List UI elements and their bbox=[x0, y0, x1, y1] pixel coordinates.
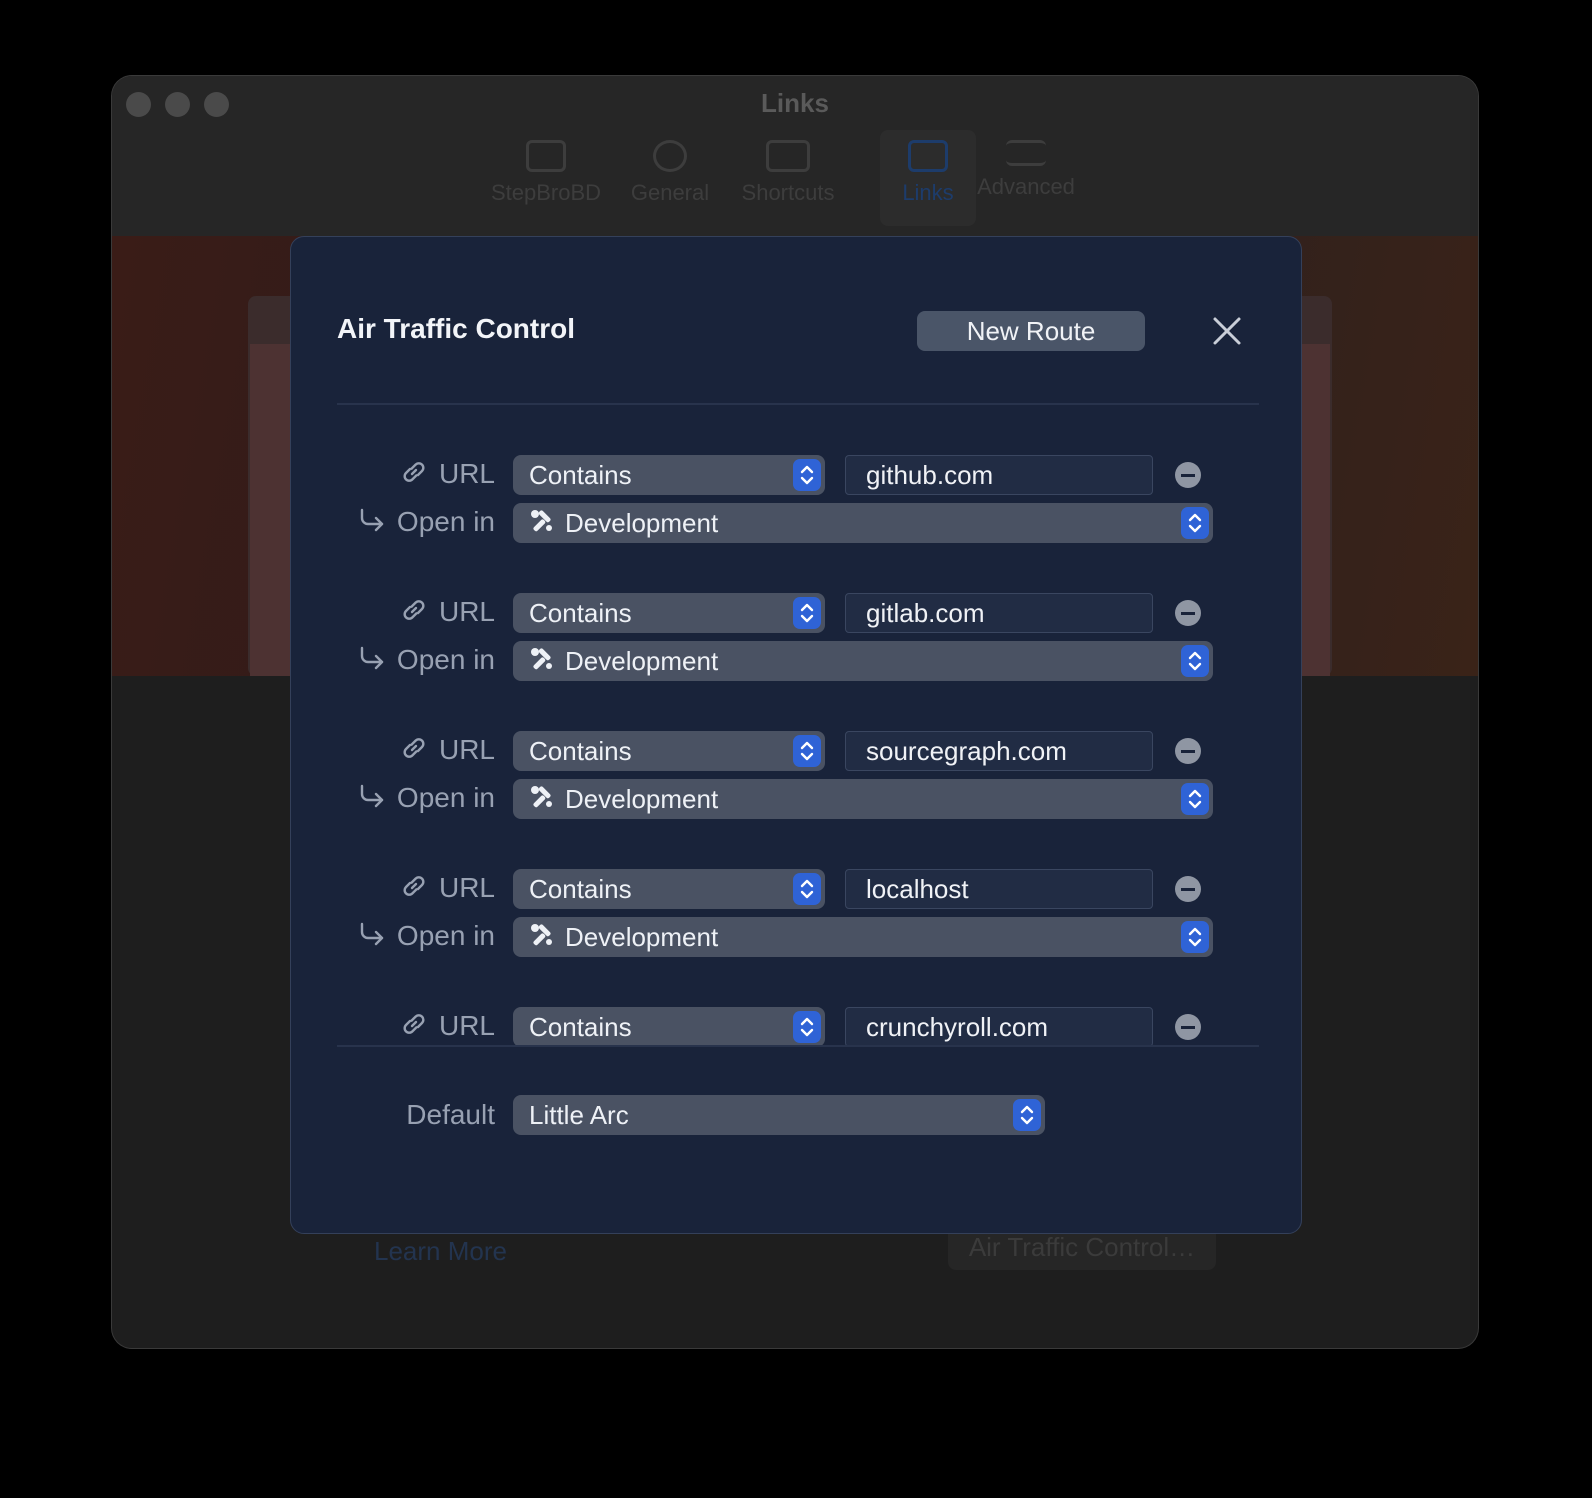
open-in-space-select[interactable]: Development bbox=[513, 641, 1213, 681]
window-title: Links bbox=[761, 88, 829, 118]
match-type-value: Contains bbox=[529, 598, 632, 628]
url-pattern-value: github.com bbox=[866, 460, 994, 490]
remove-route-button[interactable] bbox=[1175, 600, 1201, 626]
match-type-value: Contains bbox=[529, 736, 632, 766]
open-in-space-select[interactable]: Development bbox=[513, 503, 1213, 543]
learn-more-link[interactable]: Learn More bbox=[374, 1236, 507, 1267]
url-pattern-value: crunchyroll.com bbox=[866, 1012, 1049, 1042]
match-type-select[interactable]: Contains bbox=[513, 455, 825, 495]
redirect-arrow-icon bbox=[357, 505, 387, 542]
new-route-button[interactable]: New Route bbox=[917, 311, 1145, 351]
open-in-space-value: Development bbox=[565, 784, 719, 814]
stepper-icon bbox=[793, 873, 821, 905]
link-icon bbox=[399, 871, 429, 908]
match-type-value: Contains bbox=[529, 874, 632, 904]
match-type-select[interactable]: Contains bbox=[513, 869, 825, 909]
remove-route-button[interactable] bbox=[1175, 1014, 1201, 1040]
url-label: URL bbox=[351, 595, 495, 632]
gear-icon bbox=[653, 140, 687, 172]
default-browser-value: Little Arc bbox=[529, 1100, 629, 1130]
open-in-space-value: Development bbox=[565, 508, 719, 538]
keyboard-icon bbox=[526, 140, 566, 172]
open-in-label: Open in bbox=[351, 505, 495, 542]
tab-label: Shortcuts bbox=[741, 180, 835, 205]
sliders-icon bbox=[1006, 140, 1046, 166]
stepper-icon bbox=[793, 597, 821, 629]
open-in-space-select[interactable]: Development bbox=[513, 917, 1213, 957]
close-sheet-button[interactable] bbox=[1209, 313, 1245, 349]
close-icon bbox=[1213, 317, 1241, 345]
stepper-icon bbox=[1181, 645, 1209, 677]
default-browser-select[interactable]: Little Arc bbox=[513, 1095, 1045, 1135]
url-label: URL bbox=[351, 733, 495, 770]
sheet-title: Air Traffic Control bbox=[337, 313, 576, 344]
hammer-wrench-icon bbox=[529, 643, 555, 683]
match-type-select[interactable]: Contains bbox=[513, 731, 825, 771]
link-icon bbox=[399, 457, 429, 494]
tab-label: General bbox=[630, 180, 710, 205]
open-in-space-select[interactable]: Development bbox=[513, 779, 1213, 819]
redirect-arrow-icon bbox=[357, 781, 387, 818]
url-label: URL bbox=[351, 871, 495, 908]
url-pattern-value: gitlab.com bbox=[866, 598, 985, 628]
tab-label: StepBroBD bbox=[490, 180, 602, 205]
header-divider bbox=[337, 403, 1259, 405]
redirect-arrow-icon bbox=[357, 919, 387, 956]
match-type-select[interactable]: Contains bbox=[513, 1007, 825, 1047]
match-type-select[interactable]: Contains bbox=[513, 593, 825, 633]
open-in-space-value: Development bbox=[565, 922, 719, 952]
stepper-icon bbox=[793, 1011, 821, 1043]
hammer-wrench-icon bbox=[529, 505, 555, 545]
open-in-space-value: Development bbox=[565, 646, 719, 676]
open-in-label: Open in bbox=[351, 643, 495, 680]
hammer-wrench-icon bbox=[529, 781, 555, 821]
stepper-icon bbox=[793, 735, 821, 767]
stepper-icon bbox=[1181, 921, 1209, 953]
tab-advanced[interactable]: Advanced bbox=[966, 134, 1086, 200]
redirect-arrow-icon bbox=[357, 643, 387, 680]
url-pattern-field[interactable]: sourcegraph.com bbox=[845, 731, 1153, 771]
footer-divider bbox=[337, 1045, 1259, 1047]
stepper-icon bbox=[793, 459, 821, 491]
tab-shortcuts[interactable]: Shortcuts bbox=[728, 134, 848, 206]
tab-label: Advanced bbox=[977, 174, 1075, 199]
link-icon bbox=[399, 1009, 429, 1046]
stepper-icon bbox=[1181, 783, 1209, 815]
match-type-value: Contains bbox=[529, 1012, 632, 1042]
url-pattern-field[interactable]: gitlab.com bbox=[845, 593, 1153, 633]
tab-general[interactable]: General bbox=[610, 134, 730, 206]
tab-label: Links bbox=[902, 180, 954, 205]
url-pattern-field[interactable]: crunchyroll.com bbox=[845, 1007, 1153, 1047]
stepper-icon bbox=[1181, 507, 1209, 539]
url-pattern-field[interactable]: github.com bbox=[845, 455, 1153, 495]
link-icon bbox=[399, 733, 429, 770]
toolbar: StepBroBD General Shortcuts Links Advanc… bbox=[112, 134, 1478, 224]
tab-stepbrobd[interactable]: StepBroBD bbox=[486, 134, 606, 206]
url-pattern-value: sourcegraph.com bbox=[866, 736, 1067, 766]
url-pattern-field[interactable]: localhost bbox=[845, 869, 1153, 909]
remove-route-button[interactable] bbox=[1175, 462, 1201, 488]
open-in-label: Open in bbox=[351, 781, 495, 818]
url-pattern-value: localhost bbox=[866, 874, 969, 904]
keyboard-icon bbox=[766, 140, 810, 172]
link-icon bbox=[399, 595, 429, 632]
air-traffic-control-sheet: Air Traffic Control New Route URL Contain… bbox=[290, 236, 1302, 1234]
hammer-wrench-icon bbox=[529, 919, 555, 959]
url-label: URL bbox=[351, 1009, 495, 1046]
url-label: URL bbox=[351, 457, 495, 494]
default-label: Default bbox=[406, 1099, 495, 1130]
stepper-icon bbox=[1013, 1099, 1041, 1131]
browser-icon bbox=[908, 140, 948, 172]
match-type-value: Contains bbox=[529, 460, 632, 490]
open-in-label: Open in bbox=[351, 919, 495, 956]
remove-route-button[interactable] bbox=[1175, 738, 1201, 764]
remove-route-button[interactable] bbox=[1175, 876, 1201, 902]
